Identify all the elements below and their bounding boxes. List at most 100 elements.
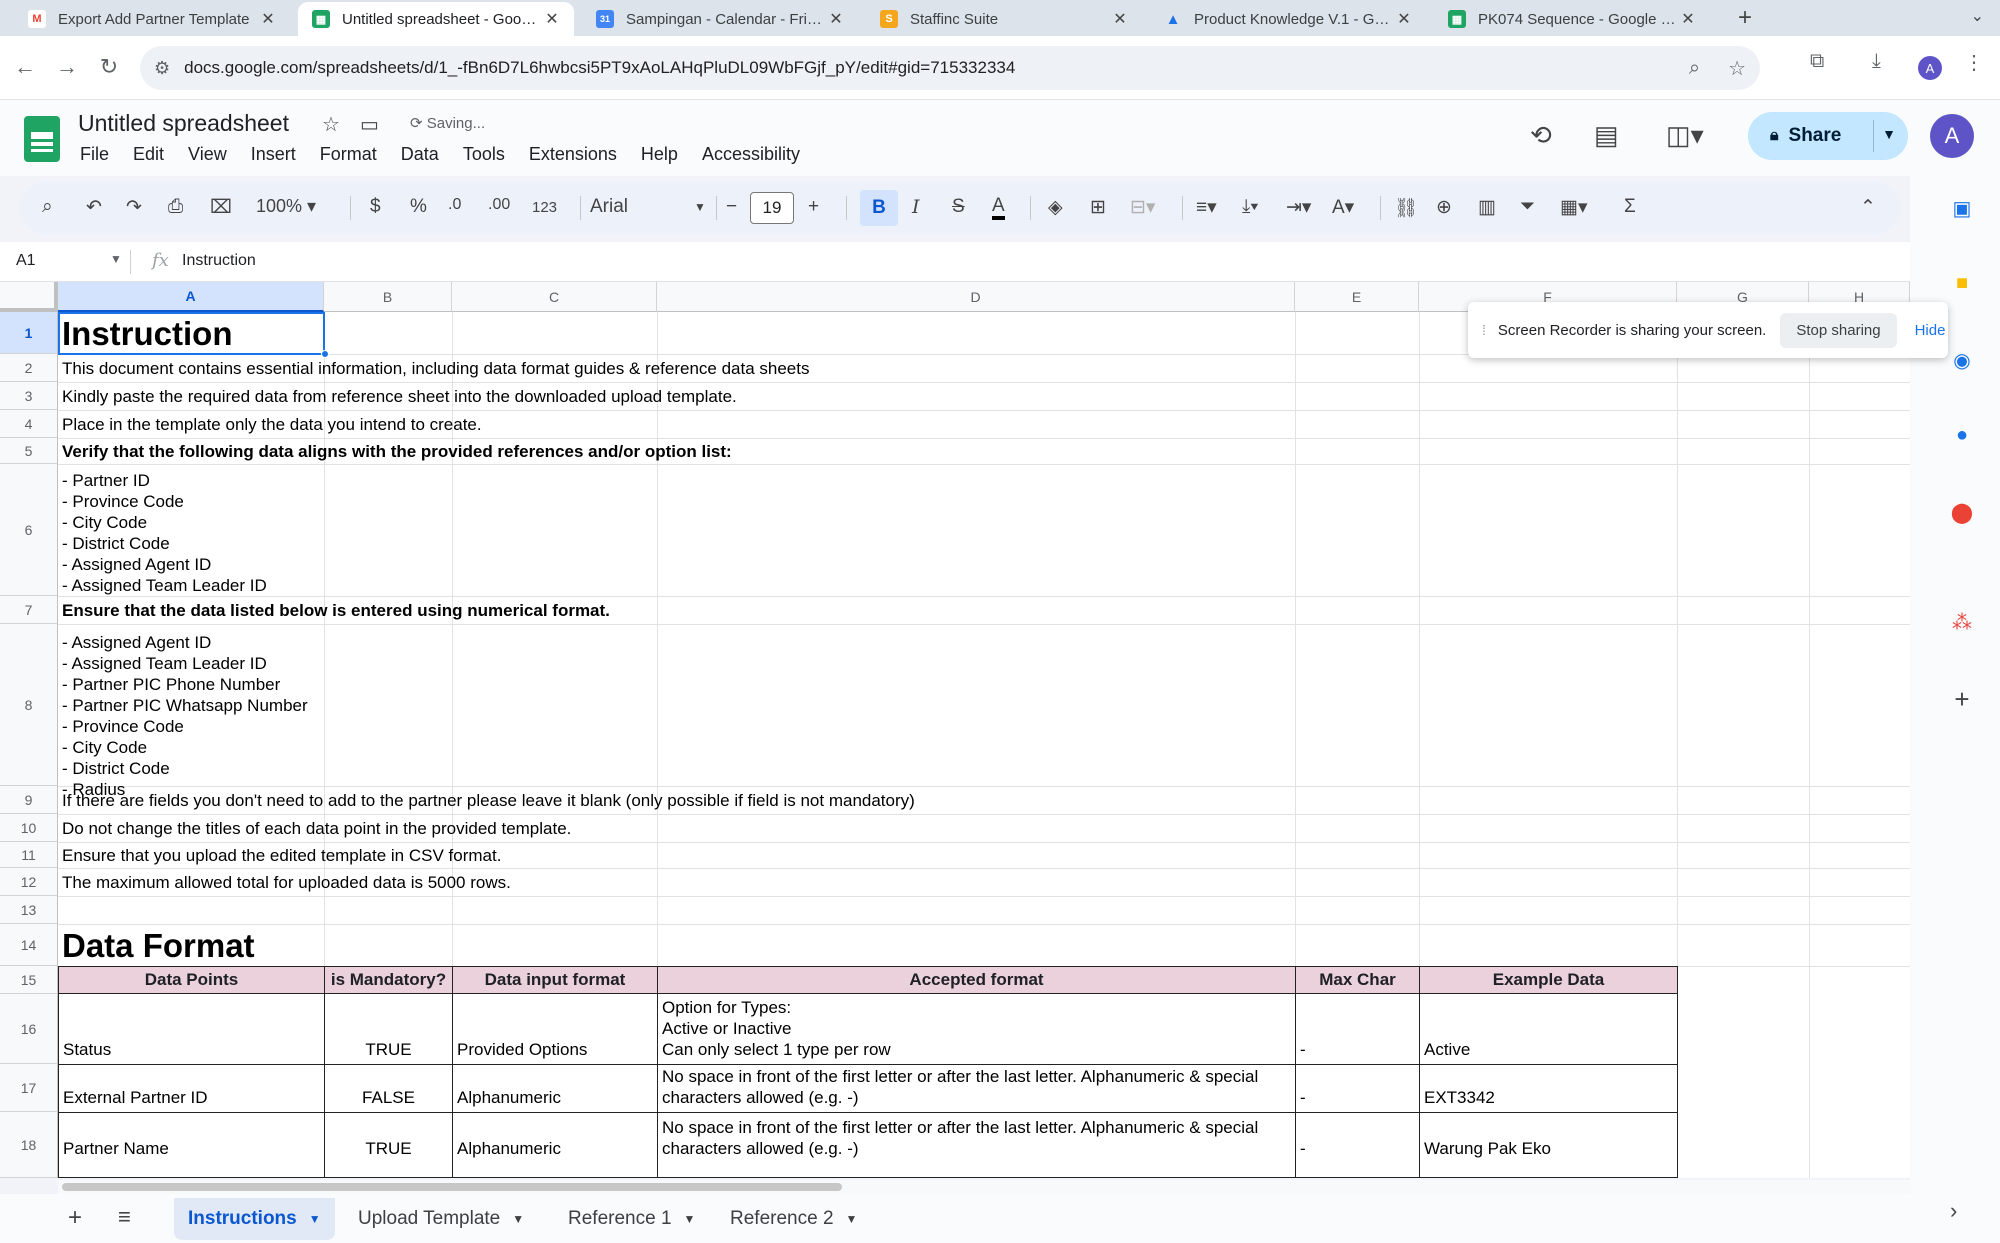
font-size-decrease-button[interactable]: − [726,196,737,218]
search-icon[interactable]: ⌕ [42,196,53,218]
close-icon[interactable]: ✕ [1678,9,1698,29]
menu-file[interactable]: File [80,144,109,165]
vertical-align-icon[interactable]: ⤓▾ [1242,196,1258,218]
menu-view[interactable]: View [188,144,227,165]
zoom-select[interactable]: 100% ▾ [256,196,316,217]
extensions-icon[interactable]: ⧉ [1810,50,1824,73]
share-button[interactable]: 🔒︎ Share ▼ [1748,112,1908,160]
menu-help[interactable]: Help [641,144,678,165]
table-cell[interactable]: Option for Types: Active or Inactive Can… [657,993,1296,1065]
browser-tab[interactable]: M Export Add Partner Template ✕ [14,2,290,36]
row-header[interactable]: 10 [0,814,58,842]
cell-a8[interactable]: - Assigned Agent ID - Assigned Team Lead… [58,632,308,800]
chevron-down-icon[interactable]: ▼ [846,1212,858,1226]
menu-extensions[interactable]: Extensions [529,144,617,165]
chevron-down-icon[interactable]: ▼ [684,1212,696,1226]
row-header[interactable]: 11 [0,842,58,868]
strikethrough-button[interactable]: S [952,196,965,218]
bookmark-star-icon[interactable]: ☆ [1728,56,1746,81]
forward-icon[interactable]: → [52,54,82,80]
text-rotation-icon[interactable]: A▾ [1332,196,1354,219]
browser-tab[interactable]: 31 Sampingan - Calendar - Friday ✕ [582,2,858,36]
table-cell[interactable]: Status [58,993,325,1065]
row-header[interactable]: 3 [0,382,58,410]
menu-edit[interactable]: Edit [133,144,164,165]
column-header-d[interactable]: D [657,282,1295,312]
close-icon[interactable]: ✕ [826,9,846,29]
print-icon[interactable]: ⎙ [168,196,183,218]
cell-a2[interactable]: This document contains essential informa… [58,358,809,379]
row-header[interactable]: 17 [0,1064,58,1112]
stop-sharing-button[interactable]: Stop sharing [1780,312,1897,348]
paint-format-icon[interactable]: ⌧ [210,196,232,219]
cell-a3[interactable]: Kindly paste the required data from refe… [58,386,737,407]
insert-comment-icon[interactable]: ⊕ [1436,196,1452,219]
select-all-corner[interactable] [0,282,58,312]
table-cell[interactable]: - [1295,1064,1420,1113]
scrollbar-thumb[interactable] [62,1183,842,1191]
version-history-icon[interactable]: ⟲ [1530,120,1552,151]
hide-button[interactable]: Hide [1915,322,1946,339]
borders-icon[interactable]: ⊞ [1090,196,1106,219]
maps-icon[interactable]: ⬤ [1950,500,1974,524]
calendar-icon[interactable]: ▣ [1950,196,1974,220]
expand-side-panel-icon[interactable]: › [1950,1198,1957,1224]
undo-icon[interactable]: ↶ [86,196,102,219]
bold-button[interactable]: B [860,190,898,226]
sheet-tab-reference-1[interactable]: Reference 1 ▼ [554,1198,709,1240]
tasks-icon[interactable]: ◉ [1950,348,1974,372]
cell-a6[interactable]: - Partner ID - Province Code - City Code… [58,470,267,596]
spreadsheet-grid[interactable]: A B C D E F G H 1 2 3 4 5 6 7 8 9 10 11 … [0,282,1910,1178]
drag-handle-icon[interactable]: ⁞ [1482,322,1486,338]
cell-a14[interactable]: Data Format [58,926,255,966]
text-color-button[interactable]: A [992,196,1005,220]
meet-camera-icon[interactable]: ◫▾ [1666,120,1704,151]
italic-button[interactable]: I [912,196,920,218]
column-header-a[interactable]: A [58,282,324,312]
table-cell[interactable]: EXT3342 [1419,1064,1678,1113]
download-icon[interactable]: ⤓ [1872,50,1881,73]
cell-a4[interactable]: Place in the template only the data you … [58,414,482,435]
more-icon[interactable]: ⋮ [1964,50,1984,75]
browser-tab-active[interactable]: ▦ Untitled spreadsheet - Google Sheets ✕ [298,2,574,36]
row-header[interactable]: 8 [0,624,58,786]
row-header[interactable]: 4 [0,410,58,438]
star-icon[interactable]: ☆ [322,112,340,137]
horizontal-scrollbar[interactable] [58,1180,1910,1194]
merge-cells-icon[interactable]: ⊟▾ [1130,196,1155,219]
table-cell[interactable]: Active [1419,993,1678,1065]
cell-a9[interactable]: If there are fields you don't need to ad… [58,790,915,811]
row-header[interactable]: 12 [0,868,58,896]
addon-icon[interactable]: ⁂ [1950,610,1974,634]
increase-decimal-button[interactable]: .00 [488,196,510,214]
row-header[interactable]: 18 [0,1112,58,1178]
profile-avatar[interactable]: A [1918,56,1942,80]
row-header[interactable]: 15 [0,966,58,994]
table-header-mandatory[interactable]: is Mandatory? [324,966,453,994]
row-header[interactable]: 2 [0,354,58,382]
site-info-icon[interactable]: ⚙ [154,58,170,79]
reload-icon[interactable]: ↻ [94,54,124,80]
table-header-input-format[interactable]: Data input format [452,966,658,994]
comments-icon[interactable]: ▤ [1594,120,1619,151]
menu-tools[interactable]: Tools [463,144,505,165]
font-size-increase-button[interactable]: + [808,196,819,218]
sheets-logo-icon[interactable] [24,116,60,162]
zoom-icon[interactable]: ⌕ [1689,57,1700,80]
table-header-data-points[interactable]: Data Points [58,966,325,994]
text-wrap-icon[interactable]: ⇥▾ [1286,196,1311,219]
table-cell[interactable]: TRUE [324,1112,453,1178]
chevron-down-icon[interactable]: ▼ [512,1212,524,1226]
close-icon[interactable]: ✕ [1110,9,1130,29]
sheet-tab-reference-2[interactable]: Reference 2 ▼ [716,1198,871,1240]
browser-tab[interactable]: ▦ PK074 Sequence - Google Sheets ✕ [1434,2,1710,36]
table-cell[interactable]: TRUE [324,993,453,1065]
all-sheets-icon[interactable]: ≡ [118,1204,131,1230]
filter-icon[interactable]: ⏷ [1520,196,1535,218]
chevron-down-icon[interactable]: ▼ [1882,126,1896,142]
sheet-tab-instructions[interactable]: Instructions ▼ [174,1198,335,1240]
get-addons-icon[interactable]: + [1950,684,1974,714]
table-cell[interactable]: - [1295,1112,1420,1178]
table-cell[interactable]: Partner Name [58,1112,325,1178]
column-header-c[interactable]: C [452,282,657,312]
